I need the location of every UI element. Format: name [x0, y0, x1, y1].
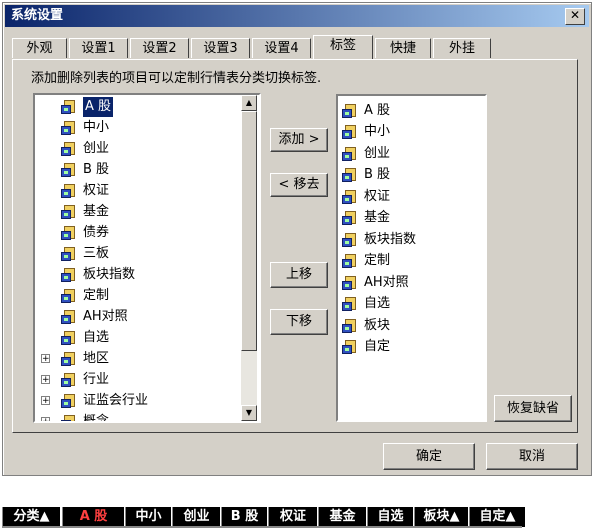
sector-table-icon: [61, 373, 77, 387]
tab-sme[interactable]: 中小: [125, 507, 171, 527]
sector-table-icon: [61, 310, 77, 324]
move-up-button[interactable]: 上移: [270, 262, 328, 288]
title-bar: 系统设置 ✕: [5, 5, 589, 27]
remove-button[interactable]: < 移去: [270, 173, 328, 197]
tab-sector-menu[interactable]: 板块▲: [414, 507, 468, 527]
sector-table-icon: [61, 415, 77, 421]
selected-items-list[interactable]: A 股 中小 创业 B 股 权证 基金 板块指数 定制 AH对照 自选 板块 自…: [336, 94, 487, 422]
tab-watchlist[interactable]: 自选: [367, 507, 413, 527]
sector-table-icon: [342, 254, 358, 268]
sector-table-icon: [342, 168, 358, 182]
tab-labels[interactable]: 标签: [313, 35, 373, 59]
tree-item-industry[interactable]: + 行业: [39, 370, 219, 390]
sector-table-icon: [342, 297, 358, 311]
sector-table-icon: [61, 121, 77, 135]
available-items-tree[interactable]: A 股 中小 创业 B 股 权证 基金 债券 三板 板块指数 定制 AH对照 自…: [33, 93, 261, 423]
ok-button[interactable]: 确定: [383, 443, 475, 470]
sector-table-icon: [61, 142, 77, 156]
sector-table-icon: [342, 147, 358, 161]
expand-icon[interactable]: +: [41, 396, 50, 406]
expand-icon[interactable]: +: [41, 417, 50, 421]
tree-item-concept[interactable]: + 概念: [39, 412, 219, 421]
sector-table-icon: [61, 394, 77, 408]
tab-funds[interactable]: 基金: [318, 507, 366, 527]
tab-settings-2[interactable]: 设置2: [130, 38, 189, 58]
tab-plugins[interactable]: 外挂: [433, 38, 491, 58]
scroll-down-icon[interactable]: ▼: [241, 405, 257, 421]
tabbar-baseline: [2, 526, 522, 528]
add-button[interactable]: 添加 >: [270, 128, 328, 152]
sector-table-icon: [342, 319, 358, 333]
sector-table-icon: [342, 211, 358, 225]
move-down-button[interactable]: 下移: [270, 309, 328, 335]
sector-table-icon: [61, 205, 77, 219]
sector-table-icon: [61, 226, 77, 240]
tab-gem[interactable]: 创业: [172, 507, 220, 527]
sector-table-icon: [342, 104, 358, 118]
tab-shortcuts[interactable]: 快捷: [375, 38, 431, 58]
tab-settings-4[interactable]: 设置4: [252, 38, 311, 58]
sector-table-icon: [61, 352, 77, 366]
restore-defaults-button[interactable]: 恢复缺省: [494, 395, 572, 422]
scroll-thumb[interactable]: [241, 111, 257, 351]
sector-table-icon: [61, 289, 77, 303]
sector-table-icon: [61, 100, 77, 114]
expand-icon[interactable]: +: [41, 375, 50, 385]
tree-item-csrc-industry[interactable]: + 证监会行业: [39, 391, 219, 411]
tab-settings-1[interactable]: 设置1: [69, 38, 128, 58]
tab-user-defined-menu[interactable]: 自定▲: [469, 507, 525, 527]
tab-a-share[interactable]: A 股: [62, 507, 124, 527]
scroll-up-icon[interactable]: ▲: [241, 95, 257, 111]
tab-warrants[interactable]: 权证: [268, 507, 317, 527]
sector-table-icon: [61, 331, 77, 345]
tree-item-region[interactable]: + 地区: [39, 349, 219, 369]
sector-table-icon: [61, 247, 77, 261]
tab-category-menu[interactable]: 分类▲: [2, 507, 60, 527]
sector-table-icon: [342, 276, 358, 290]
sector-table-icon: [61, 163, 77, 177]
sector-table-icon: [342, 190, 358, 204]
close-icon: ✕: [569, 8, 581, 22]
cancel-button[interactable]: 取消: [486, 443, 578, 470]
sector-table-icon: [61, 268, 77, 282]
tab-b-share[interactable]: B 股: [221, 507, 267, 527]
sector-table-icon: [61, 184, 77, 198]
tab-settings-3[interactable]: 设置3: [191, 38, 250, 58]
expand-icon[interactable]: +: [41, 354, 50, 364]
window-title: 系统设置: [11, 8, 64, 23]
sector-table-icon: [342, 340, 358, 354]
tab-appearance[interactable]: 外观: [12, 38, 67, 58]
sector-table-icon: [342, 233, 358, 247]
instruction-text: 添加删除列表的项目可以定制行情表分类切换标签.: [31, 71, 322, 86]
vertical-scrollbar[interactable]: ▲ ▼: [241, 95, 257, 421]
sector-table-icon: [342, 125, 358, 139]
close-button[interactable]: ✕: [565, 8, 585, 25]
